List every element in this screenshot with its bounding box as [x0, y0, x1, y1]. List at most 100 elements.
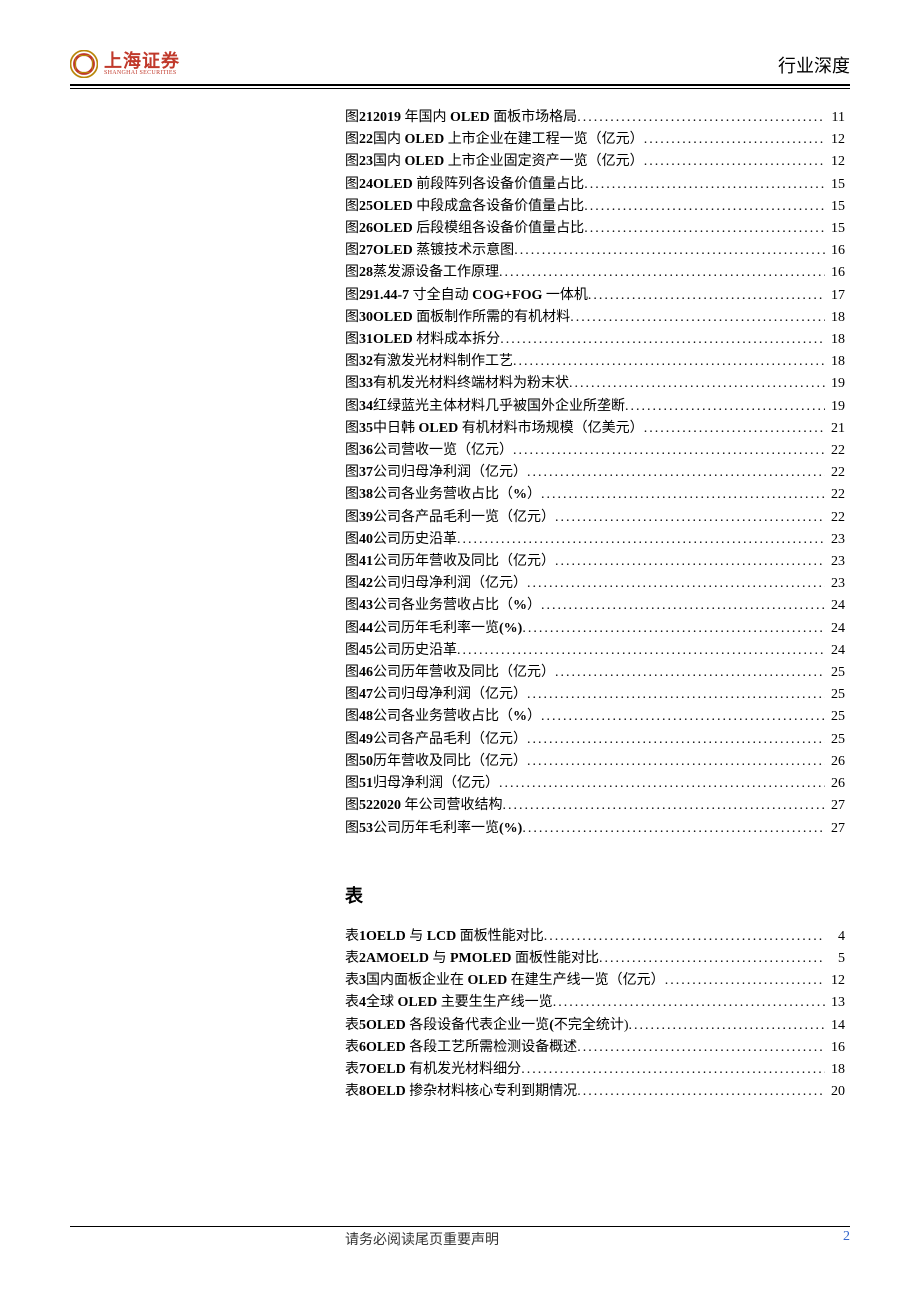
toc-prefix: 图	[345, 174, 359, 196]
logo-icon	[70, 50, 98, 78]
toc-leader-dots	[555, 551, 825, 573]
toc-page: 12	[825, 151, 845, 173]
toc-title: 公司各业务营收占比（%）	[373, 706, 541, 728]
toc-entry: 图 46 公司历年营收及同比（亿元）25	[345, 662, 845, 684]
toc-page: 16	[825, 240, 845, 262]
toc-number: 50	[359, 751, 373, 773]
toc-leader-dots	[584, 218, 825, 240]
toc-number: 28	[359, 262, 373, 284]
toc-title: 国内面板企业在 OLED 在建生产线一览（亿元）	[366, 970, 665, 992]
toc-entry: 图 27 OLED 蒸镀技术示意图16	[345, 240, 845, 262]
toc-title: 公司归母净利润（亿元）	[373, 684, 527, 706]
toc-title: 公司各产品毛利（亿元）	[373, 729, 527, 751]
toc-leader-dots	[513, 440, 825, 462]
toc-page: 4	[825, 926, 845, 948]
toc-entry: 图 45 公司历史沿革24	[345, 640, 845, 662]
toc-figures: 图 21 2019 年国内 OLED 面板市场格局11图 22 国内 OLED …	[345, 107, 845, 840]
toc-leader-dots	[541, 706, 825, 728]
toc-prefix: 表	[345, 970, 359, 992]
logo-cn: 上海证券	[104, 52, 180, 70]
toc-entry: 图 50 历年营收及同比（亿元）26	[345, 751, 845, 773]
toc-number: 7	[359, 1059, 366, 1081]
toc-number: 41	[359, 551, 373, 573]
toc-title: 公司归母净利润（亿元）	[373, 573, 527, 595]
toc-number: 2	[359, 948, 366, 970]
toc-prefix: 表	[345, 948, 359, 970]
toc-entry: 表 8 OELD 掺杂材料核心专利到期情况20	[345, 1081, 845, 1103]
toc-prefix: 图	[345, 440, 359, 462]
toc-number: 26	[359, 218, 373, 240]
toc-prefix: 图	[345, 507, 359, 529]
toc-page: 14	[825, 1015, 845, 1037]
toc-prefix: 图	[345, 396, 359, 418]
toc-title: 公司历史沿革	[373, 640, 457, 662]
toc-number: 47	[359, 684, 373, 706]
toc-leader-dots	[665, 970, 825, 992]
toc-entry: 图 34 红绿蓝光主体材料几乎被国外企业所垄断19	[345, 396, 845, 418]
toc-number: 30	[359, 307, 373, 329]
footer-page-number: 2	[843, 1229, 850, 1249]
toc-page: 22	[825, 507, 845, 529]
toc-tables: 表 1 OELD 与 LCD 面板性能对比4表 2 AMOELD 与 PMOLE…	[345, 926, 845, 1104]
toc-number: 21	[359, 107, 373, 129]
toc-entry: 图 44 公司历年毛利率一览(%)24	[345, 618, 845, 640]
toc-entry: 图 38 公司各业务营收占比（%）22	[345, 484, 845, 506]
toc-title: 公司营收一览（亿元）	[373, 440, 513, 462]
toc-number: 1	[359, 926, 366, 948]
toc-title: OLED 前段阵列各设备价值量占比	[373, 174, 584, 196]
toc-leader-dots	[577, 1081, 825, 1103]
toc-page: 22	[825, 462, 845, 484]
toc-prefix: 图	[345, 218, 359, 240]
toc-entry: 表 3 国内面板企业在 OLED 在建生产线一览（亿元）12	[345, 970, 845, 992]
toc-number: 24	[359, 174, 373, 196]
toc-number: 48	[359, 706, 373, 728]
toc-page: 20	[825, 1081, 845, 1103]
header-rule-thick	[70, 84, 850, 86]
toc-title: 公司归母净利润（亿元）	[373, 462, 527, 484]
toc-number: 32	[359, 351, 373, 373]
toc-page: 25	[825, 662, 845, 684]
header-rule-thin	[70, 88, 850, 89]
toc-number: 25	[359, 196, 373, 218]
toc-entry: 图 31 OLED 材料成本拆分18	[345, 329, 845, 351]
toc-title: 红绿蓝光主体材料几乎被国外企业所垄断	[373, 396, 625, 418]
toc-page: 26	[825, 751, 845, 773]
toc-page: 15	[825, 174, 845, 196]
toc-leader-dots	[644, 151, 825, 173]
toc-page: 21	[825, 418, 845, 440]
toc-prefix: 表	[345, 1015, 359, 1037]
toc-leader-dots	[644, 129, 825, 151]
toc-entry: 图 49 公司各产品毛利（亿元）25	[345, 729, 845, 751]
toc-page: 13	[825, 992, 845, 1014]
toc-entry: 图 39 公司各产品毛利一览（亿元）22	[345, 507, 845, 529]
toc-page: 26	[825, 773, 845, 795]
toc-leader-dots	[500, 329, 825, 351]
toc-page: 23	[825, 529, 845, 551]
toc-page: 23	[825, 573, 845, 595]
toc-page: 15	[825, 196, 845, 218]
toc-title: OLED 中段成盒各设备价值量占比	[373, 196, 584, 218]
toc-entry: 图 53 公司历年毛利率一览(%)27	[345, 818, 845, 840]
toc-title: OLED 蒸镀技术示意图	[373, 240, 514, 262]
toc-leader-dots	[553, 992, 825, 1014]
toc-leader-dots	[629, 1015, 825, 1037]
toc-leader-dots	[457, 529, 825, 551]
toc-leader-dots	[625, 396, 825, 418]
toc-entry: 图 37 公司归母净利润（亿元）22	[345, 462, 845, 484]
toc-leader-dots	[570, 307, 825, 329]
toc-entry: 表 1 OELD 与 LCD 面板性能对比4	[345, 926, 845, 948]
toc-leader-dots	[514, 240, 825, 262]
toc-leader-dots	[599, 948, 825, 970]
toc-entry: 图 23 国内 OLED 上市企业固定资产一览（亿元）12	[345, 151, 845, 173]
toc-page: 24	[825, 595, 845, 617]
toc-title: 公司各产品毛利一览（亿元）	[373, 507, 555, 529]
toc-page: 12	[825, 129, 845, 151]
toc-entry: 图 25 OLED 中段成盒各设备价值量占比15	[345, 196, 845, 218]
toc-title: OLED 后段模组各设备价值量占比	[373, 218, 584, 240]
toc-prefix: 表	[345, 926, 359, 948]
toc-leader-dots	[541, 595, 825, 617]
toc-title: 有机发光材料终端材料为粉末状	[373, 373, 569, 395]
toc-prefix: 图	[345, 662, 359, 684]
toc-leader-dots	[569, 373, 825, 395]
toc-number: 51	[359, 773, 373, 795]
